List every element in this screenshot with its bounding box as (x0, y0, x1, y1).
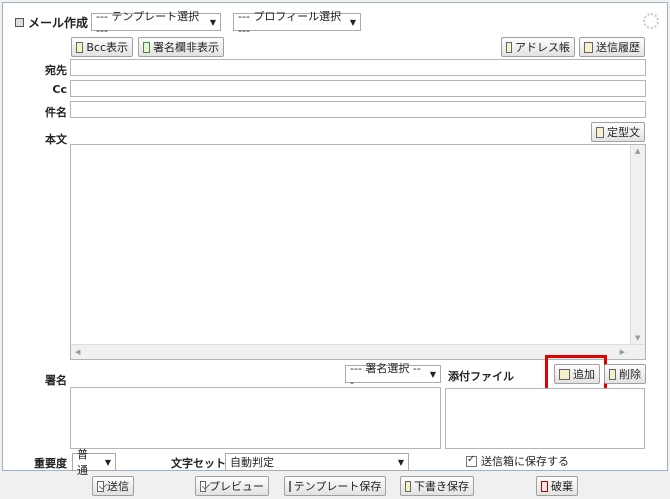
to-field[interactable] (70, 59, 646, 76)
send-history-label: 送信履歴 (596, 41, 640, 54)
title-bar: メール作成 (15, 14, 88, 31)
subject-label: 件名 (45, 106, 67, 119)
cc-label: Cc (52, 83, 67, 96)
preview-button[interactable]: プレビュー (195, 476, 269, 496)
add-attachment-button[interactable]: 追加 (554, 364, 600, 384)
charset-label: 文字セット (171, 457, 226, 470)
send-label: 送信 (107, 480, 129, 493)
add-attachment-label: 追加 (573, 368, 595, 381)
save-to-sent-option[interactable]: 送信箱に保存する (466, 453, 569, 469)
fixed-phrase-label: 定型文 (607, 126, 640, 139)
draft-save-icon (405, 480, 411, 492)
profile-select-value: --- プロフィール選択 --- (238, 9, 342, 37)
chevron-down-icon: ▼ (209, 17, 216, 27)
bcc-toggle-button[interactable]: Bcc表示 (71, 37, 133, 57)
chevron-down-icon: ▼ (349, 17, 356, 27)
discard-icon (541, 480, 548, 492)
importance-value: 普通 (77, 448, 88, 477)
scroll-right-icon[interactable]: ▶ (620, 348, 625, 356)
scroll-left-icon[interactable]: ◀ (75, 348, 80, 356)
preview-icon (200, 480, 206, 492)
draft-save-button[interactable]: 下書き保存 (400, 476, 474, 496)
subject-field[interactable] (70, 101, 646, 118)
template-select-value: --- テンプレート選択 --- (96, 9, 200, 37)
delete-attachment-label: 削除 (619, 368, 641, 381)
discard-button[interactable]: 破棄 (536, 476, 578, 496)
address-book-icon (506, 41, 512, 53)
discard-label: 破棄 (551, 480, 573, 493)
signature-toggle-label: 署名欄非表示 (153, 41, 219, 54)
draft-save-label: 下書き保存 (414, 480, 469, 493)
attachments-label: 添付ファイル (448, 370, 514, 383)
signature-toggle-button[interactable]: 署名欄非表示 (138, 37, 224, 57)
paperclip-icon (559, 368, 570, 380)
template-save-label: テンプレート保存 (293, 480, 382, 493)
send-history-button[interactable]: 送信履歴 (579, 37, 645, 57)
scroll-up-icon[interactable]: ▲ (635, 147, 640, 155)
edit-icon (76, 41, 84, 53)
chevron-down-icon: ▼ (429, 369, 436, 379)
address-book-button[interactable]: アドレス帳 (501, 37, 575, 57)
save-to-sent-label: 送信箱に保存する (481, 455, 569, 468)
body-label: 本文 (45, 133, 67, 146)
history-icon (584, 41, 593, 53)
importance-select[interactable]: 普通 ▼ (72, 448, 116, 477)
send-mail-icon (97, 480, 104, 492)
to-label: 宛先 (45, 64, 67, 77)
delete-attachment-button[interactable]: 削除 (604, 364, 646, 384)
template-save-button[interactable]: テンプレート保存 (284, 476, 386, 496)
address-book-label: アドレス帳 (515, 41, 570, 54)
preview-label: プレビュー (209, 480, 264, 493)
importance-label: 重要度 (34, 457, 67, 470)
signature-label: 署名 (45, 374, 67, 387)
fixed-phrase-button[interactable]: 定型文 (591, 122, 645, 142)
attachments-list[interactable] (445, 388, 645, 449)
delete-icon (609, 368, 616, 380)
template-save-icon (288, 480, 291, 492)
cc-field[interactable] (70, 80, 646, 97)
signature-textarea[interactable] (70, 387, 441, 449)
window-icon (15, 18, 24, 27)
signature-icon (143, 41, 150, 53)
signature-select[interactable]: --- 署名選択 --- ▼ (345, 362, 441, 389)
edit-icon (596, 126, 604, 138)
chevron-down-icon: ▼ (104, 457, 111, 467)
charset-value: 自動判定 (230, 456, 274, 469)
page-title: メール作成 (28, 16, 89, 30)
mail-compose-window: メール作成 --- テンプレート選択 --- ▼ --- プロフィール選択 ---… (2, 2, 668, 477)
template-select[interactable]: --- テンプレート選択 --- ▼ (91, 10, 221, 37)
send-button[interactable]: 送信 (92, 476, 134, 496)
loading-spinner-icon (643, 13, 659, 29)
signature-select-value: --- 署名選択 --- (350, 361, 421, 389)
save-to-sent-checkbox[interactable] (466, 454, 477, 467)
body-vertical-scrollbar[interactable]: ▲ ▼ (630, 145, 645, 344)
chevron-down-icon: ▼ (397, 457, 404, 467)
scroll-down-icon[interactable]: ▼ (635, 334, 640, 342)
bcc-label: Bcc表示 (86, 41, 128, 54)
body-textarea[interactable]: ▲ ▼ ◀ ▶ (70, 144, 646, 360)
profile-select[interactable]: --- プロフィール選択 --- ▼ (233, 10, 361, 37)
charset-select[interactable]: 自動判定 ▼ (225, 453, 409, 471)
